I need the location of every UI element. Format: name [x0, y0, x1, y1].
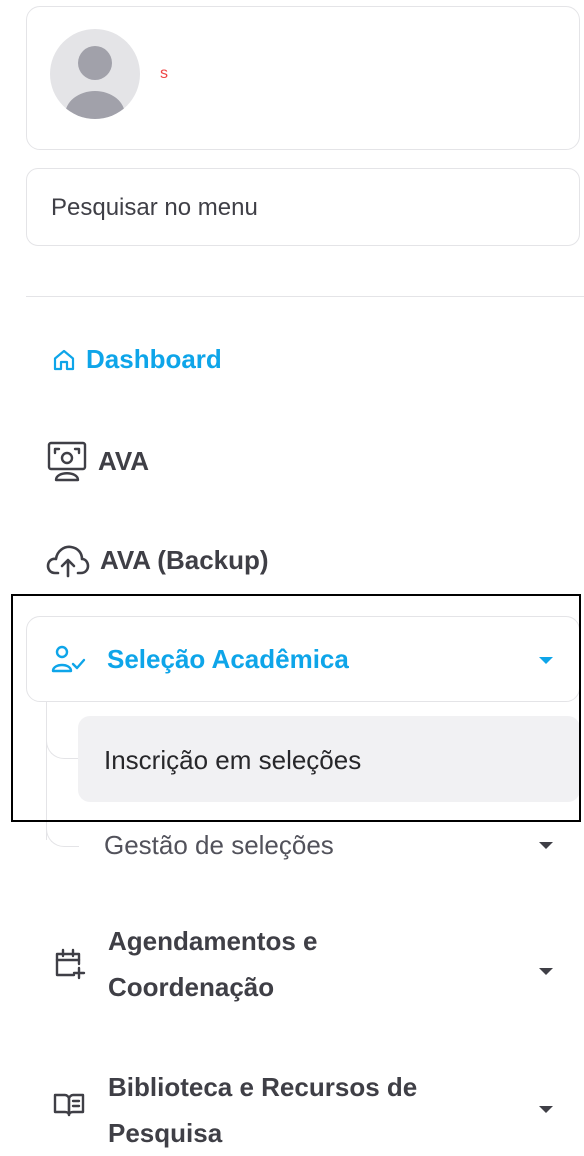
divider — [26, 296, 584, 297]
chevron-down-icon — [539, 1106, 553, 1113]
group-label: Biblioteca e Recursos de Pesquisa — [108, 1072, 418, 1148]
home-icon — [52, 348, 76, 372]
nav-group-biblioteca[interactable]: Biblioteca e Recursos de Pesquisa — [46, 1064, 580, 1150]
nav-item-label: Dashboard — [86, 344, 222, 374]
nav-item-label: AVA — [98, 445, 150, 476]
avatar — [50, 29, 140, 119]
user-name: s — [160, 65, 168, 82]
tree-branch — [46, 810, 79, 847]
nav-item-label: AVA (Backup) — [100, 544, 269, 575]
user-silhouette-icon — [65, 46, 125, 119]
calendar-plus-icon — [52, 946, 86, 985]
section-label: Seleção Acadêmica — [107, 644, 349, 674]
sub-item-gestao-de-selecoes[interactable]: Gestão de seleções — [104, 830, 334, 861]
menu-search-input[interactable] — [49, 169, 553, 247]
virtual-classroom-icon — [46, 440, 88, 482]
chevron-down-icon[interactable] — [539, 842, 553, 849]
chevron-down-icon — [539, 657, 553, 664]
nav-item-dashboard[interactable]: Dashboard — [52, 344, 222, 375]
user-profile-card[interactable]: s — [26, 6, 580, 150]
nav-section-selecao-academica[interactable]: Seleção Acadêmica — [26, 616, 580, 702]
chevron-down-icon — [539, 968, 553, 975]
tree-branch — [46, 722, 79, 759]
sub-item-inscricao-em-selecoes[interactable]: Inscrição em seleções — [78, 716, 580, 802]
nav-item-ava[interactable]: AVA — [46, 440, 149, 482]
sub-item-label: Inscrição em seleções — [104, 745, 362, 775]
user-check-icon — [51, 645, 87, 678]
cloud-upload-icon — [46, 542, 90, 578]
sub-item-label: Gestão de seleções — [104, 830, 334, 860]
book-open-icon — [52, 1092, 86, 1123]
menu-search-box[interactable] — [26, 168, 580, 247]
nav-group-agendamentos[interactable]: Agendamentos e Coordenação — [46, 918, 580, 1010]
group-label: Agendamentos e Coordenação — [108, 926, 318, 1002]
nav-item-ava-backup[interactable]: AVA (Backup) — [46, 542, 269, 578]
